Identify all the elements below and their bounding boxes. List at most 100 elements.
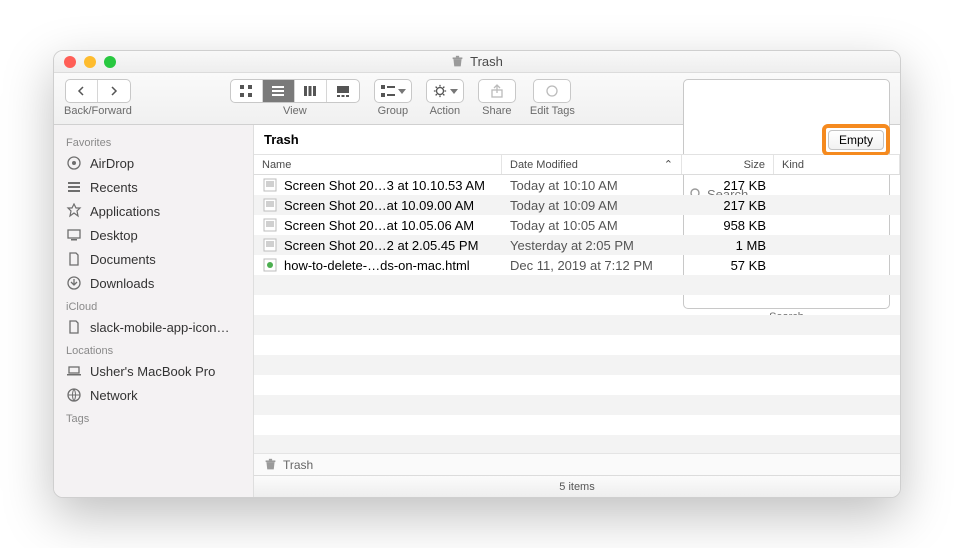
downloads-icon: [66, 275, 82, 291]
sidebar-section-label: Tags: [54, 407, 253, 427]
forward-button[interactable]: [98, 80, 130, 102]
path-bar: Trash: [254, 453, 900, 475]
file-icon: [262, 197, 278, 213]
group-label: Group: [378, 105, 409, 117]
column-headers: Name Date Modified⌃ Size Kind: [254, 155, 900, 175]
empty-trash-button[interactable]: Empty: [828, 130, 884, 150]
finder-window: Trash Back/Forward View: [53, 50, 901, 498]
window-title: Trash: [451, 54, 503, 69]
empty-row: [254, 315, 900, 335]
view-segment: [230, 79, 360, 103]
icon-view-button[interactable]: [231, 80, 263, 102]
edit-tags-button[interactable]: [533, 79, 571, 103]
sort-indicator-icon: ⌃: [664, 158, 673, 171]
sidebar-item[interactable]: slack-mobile-app-icon…: [54, 315, 253, 339]
toolbar: Back/Forward View Group Actio: [54, 73, 900, 125]
sidebar-item-label: Desktop: [90, 228, 138, 243]
empty-row: [254, 275, 900, 295]
file-row[interactable]: Screen Shot 20…at 10.09.00 AM Today at 10…: [254, 195, 900, 215]
file-list: Screen Shot 20…3 at 10.10.53 AMToday at …: [254, 175, 900, 453]
empty-row: [254, 355, 900, 375]
group-button[interactable]: [374, 79, 412, 103]
empty-row: [254, 375, 900, 395]
apps-icon: [66, 203, 82, 219]
share-button[interactable]: [478, 79, 516, 103]
sidebar-item[interactable]: Applications: [54, 199, 253, 223]
empty-row: [254, 295, 900, 315]
sidebar-item[interactable]: Downloads: [54, 271, 253, 295]
sidebar-item-label: Downloads: [90, 276, 154, 291]
back-button[interactable]: [66, 80, 98, 102]
file-icon: [262, 177, 278, 193]
sidebar-item[interactable]: Network: [54, 383, 253, 407]
location-header: Trash Empty: [254, 125, 900, 155]
recents-icon: [66, 179, 82, 195]
file-name: how-to-delete-…ds-on-mac.html: [284, 258, 470, 273]
trash-icon: [264, 458, 277, 471]
file-date: Today at 10:09 AM: [502, 198, 682, 213]
sidebar: Favorites AirDrop Recents Applications Deskt…: [54, 125, 254, 497]
sidebar-item-label: Usher's MacBook Pro: [90, 364, 215, 379]
nav-label: Back/Forward: [64, 105, 132, 117]
sidebar-item[interactable]: Documents: [54, 247, 253, 271]
sidebar-item-label: AirDrop: [90, 156, 134, 171]
file-icon: [262, 257, 278, 273]
file-row[interactable]: Screen Shot 20…at 10.05.06 AMToday at 10…: [254, 215, 900, 235]
file-name: Screen Shot 20…2 at 2.05.45 PM: [284, 238, 478, 253]
chevron-down-icon: [398, 85, 406, 97]
file-size: 57 KB: [682, 258, 774, 273]
column-kind[interactable]: Kind: [774, 155, 900, 174]
column-date-modified[interactable]: Date Modified⌃: [502, 155, 682, 174]
column-view-button[interactable]: [295, 80, 327, 102]
empty-row: [254, 395, 900, 415]
titlebar: Trash: [54, 51, 900, 73]
nav-segment: [65, 79, 131, 103]
file-row[interactable]: Screen Shot 20…2 at 2.05.45 PM Yesterday …: [254, 235, 900, 255]
file-icon: [262, 217, 278, 233]
window-title-text: Trash: [470, 54, 503, 69]
column-name[interactable]: Name: [254, 155, 502, 174]
desktop-icon: [66, 227, 82, 243]
sidebar-section-label: Favorites: [54, 131, 253, 151]
trash-icon: [451, 55, 464, 68]
file-icon: [262, 237, 278, 253]
file-date: Yesterday at 2:05 PM: [502, 238, 682, 253]
view-label: View: [283, 105, 307, 117]
file-row[interactable]: Screen Shot 20…3 at 10.10.53 AMToday at …: [254, 175, 900, 195]
action-label: Action: [430, 105, 461, 117]
sidebar-item-label: Network: [90, 388, 138, 403]
file-size: 217 KB: [682, 178, 774, 193]
sidebar-item[interactable]: Usher's MacBook Pro: [54, 359, 253, 383]
file-name: Screen Shot 20…at 10.09.00 AM: [284, 198, 474, 213]
sidebar-item[interactable]: AirDrop: [54, 151, 253, 175]
sidebar-item-label: slack-mobile-app-icon…: [90, 320, 229, 335]
file-row[interactable]: how-to-delete-…ds-on-mac.html Dec 11, 201…: [254, 255, 900, 275]
sidebar-section-label: Locations: [54, 339, 253, 359]
network-icon: [66, 387, 82, 403]
file-name: Screen Shot 20…at 10.05.06 AM: [284, 218, 474, 233]
column-size[interactable]: Size: [682, 155, 774, 174]
documents-icon: [66, 251, 82, 267]
empty-row: [254, 435, 900, 453]
gallery-view-button[interactable]: [327, 80, 359, 102]
list-view-button[interactable]: [263, 80, 295, 102]
empty-row: [254, 335, 900, 355]
action-button[interactable]: [426, 79, 464, 103]
status-bar: 5 items: [254, 475, 900, 497]
path-location[interactable]: Trash: [283, 458, 313, 472]
sidebar-item[interactable]: Recents: [54, 175, 253, 199]
traffic-lights: [64, 56, 116, 68]
sidebar-item-label: Documents: [90, 252, 156, 267]
main-pane: Trash Empty Name Date Modified⌃ Size Kin…: [254, 125, 900, 497]
file-date: Dec 11, 2019 at 7:12 PM: [502, 258, 682, 273]
zoom-window-button[interactable]: [104, 56, 116, 68]
sidebar-item-label: Recents: [90, 180, 138, 195]
share-label: Share: [482, 105, 511, 117]
chevron-down-icon: [450, 85, 458, 97]
sidebar-item-label: Applications: [90, 204, 160, 219]
empty-button-highlight: Empty: [822, 124, 890, 156]
sidebar-item[interactable]: Desktop: [54, 223, 253, 247]
close-window-button[interactable]: [64, 56, 76, 68]
minimize-window-button[interactable]: [84, 56, 96, 68]
sidebar-section-label: iCloud: [54, 295, 253, 315]
